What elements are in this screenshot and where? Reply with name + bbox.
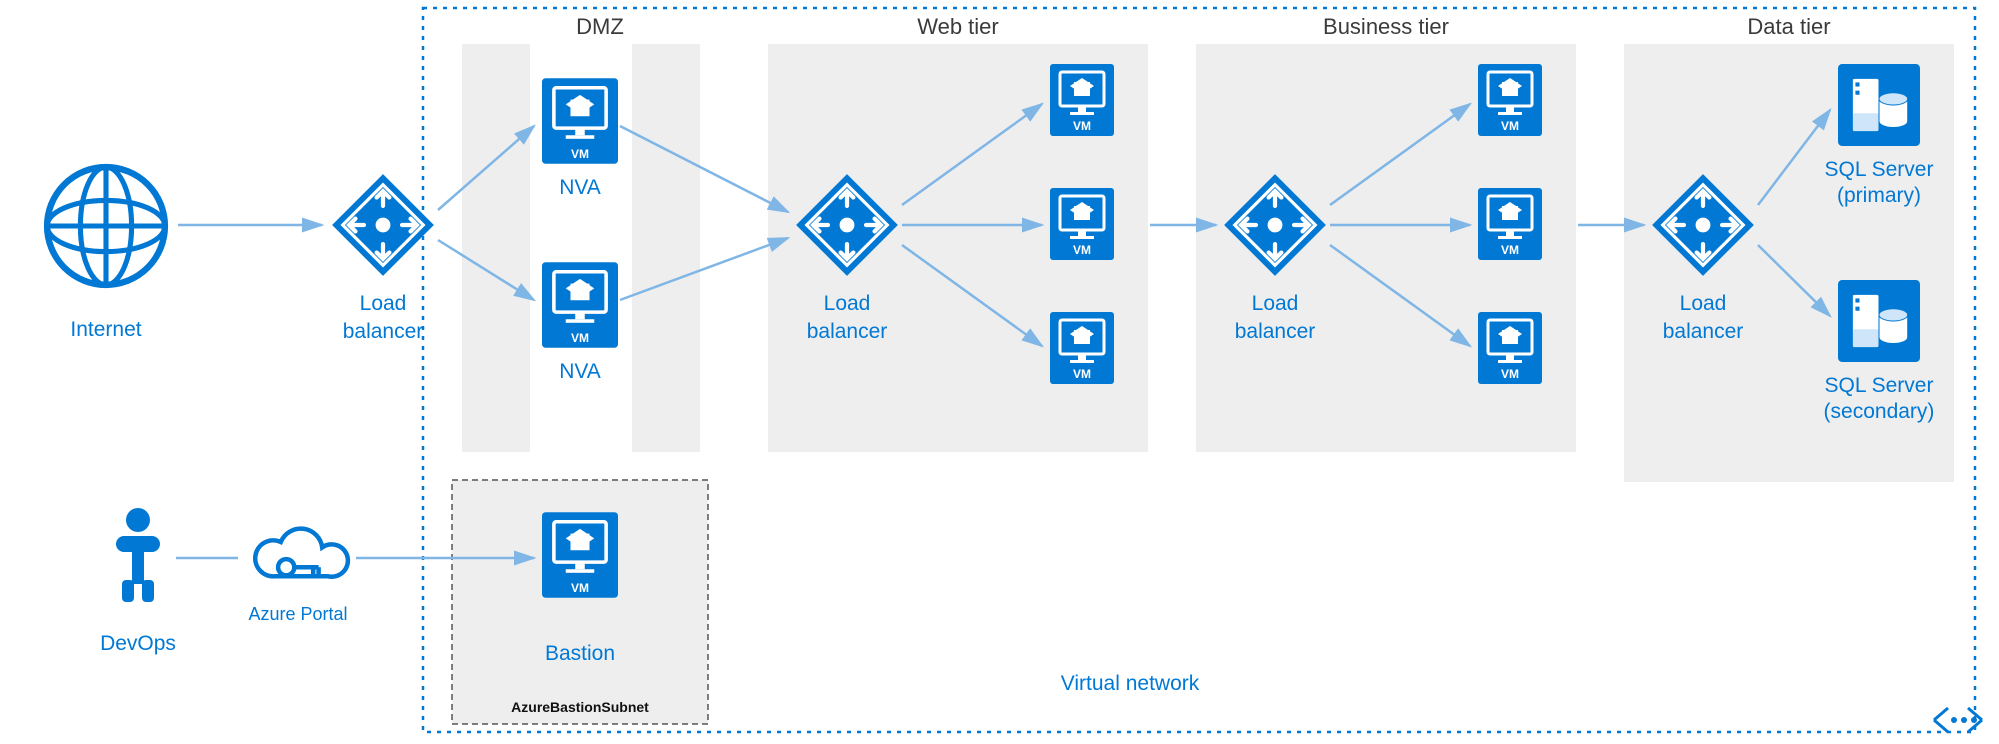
public-load-balancer-label-2: balancer bbox=[343, 320, 424, 343]
public-load-balancer-label-1: Load bbox=[360, 292, 407, 315]
sql-primary-icon bbox=[1838, 64, 1920, 146]
devops-label: DevOps bbox=[100, 632, 176, 655]
devops-icon bbox=[116, 508, 160, 602]
sql-secondary-label-1: SQL Server bbox=[1825, 374, 1934, 397]
data-tier-label: Data tier bbox=[1747, 14, 1830, 39]
sql-secondary-label-2: (secondary) bbox=[1824, 400, 1935, 423]
biz-vm-2-caption: VM bbox=[1501, 243, 1519, 257]
biz-vm-3-caption: VM bbox=[1501, 367, 1519, 381]
web-vm-1-caption: VM bbox=[1073, 119, 1091, 133]
web-vm-2-caption: VM bbox=[1073, 243, 1091, 257]
bastion-subnet-label: AzureBastionSubnet bbox=[511, 699, 649, 715]
web-load-balancer-label-2: balancer bbox=[807, 320, 888, 343]
web-tier-label: Web tier bbox=[917, 14, 999, 39]
internet-icon bbox=[47, 167, 165, 285]
azure-portal-icon bbox=[255, 529, 348, 577]
nva-1-label: NVA bbox=[559, 176, 601, 199]
internet-label: Internet bbox=[70, 318, 141, 341]
dmz-tier-label: DMZ bbox=[576, 14, 624, 39]
sql-primary-label-1: SQL Server bbox=[1825, 158, 1934, 181]
biz-vm-1-caption: VM bbox=[1501, 119, 1519, 133]
web-vm-3-caption: VM bbox=[1073, 367, 1091, 381]
business-tier-label: Business tier bbox=[1323, 14, 1449, 39]
bastion-label: Bastion bbox=[545, 642, 615, 665]
nva-vm-2-caption: VM bbox=[571, 331, 589, 345]
virtual-network-label: Virtual network bbox=[1061, 672, 1200, 695]
data-load-balancer-label-2: balancer bbox=[1663, 320, 1744, 343]
nva-2-label: NVA bbox=[559, 360, 601, 383]
business-load-balancer-label-1: Load bbox=[1252, 292, 1299, 315]
azure-portal-label: Azure Portal bbox=[248, 604, 347, 624]
nva-vm-1-caption: VM bbox=[571, 147, 589, 161]
sql-primary-label-2: (primary) bbox=[1837, 184, 1921, 207]
business-load-balancer-label-2: balancer bbox=[1235, 320, 1316, 343]
sql-secondary-icon bbox=[1838, 280, 1920, 362]
web-load-balancer-label-1: Load bbox=[824, 292, 871, 315]
bastion-vm-caption: VM bbox=[571, 581, 589, 595]
data-load-balancer-label-1: Load bbox=[1680, 292, 1727, 315]
public-load-balancer-icon bbox=[332, 174, 434, 276]
